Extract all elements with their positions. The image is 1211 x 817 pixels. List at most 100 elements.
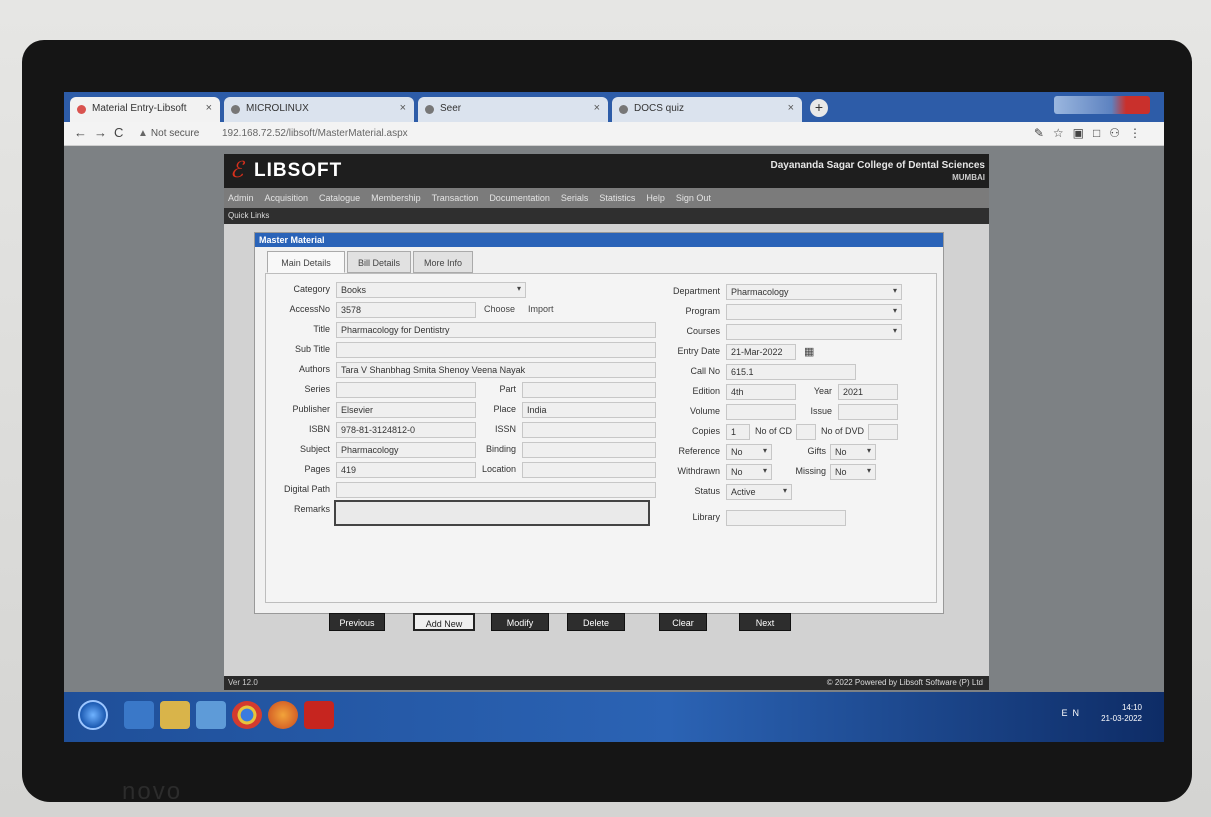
publisher-field[interactable]: Elsevier <box>336 402 476 418</box>
binding-field[interactable] <box>522 442 656 458</box>
browser-tab-material-entry[interactable]: Material Entry-Libsoft × <box>70 97 220 122</box>
url-field[interactable]: 192.168.72.52/libsoft/MasterMaterial.asp… <box>222 128 408 139</box>
add-new-button[interactable]: Add New <box>413 613 475 631</box>
browser-toolbar-icons[interactable]: ✎☆▣□⚇⋮ <box>1034 126 1150 140</box>
next-button[interactable]: Next <box>739 613 791 631</box>
year-field[interactable]: 2021 <box>838 384 898 400</box>
menu-transaction[interactable]: Transaction <box>432 193 479 203</box>
close-tab-icon[interactable]: × <box>400 102 406 114</box>
volume-label: Volume <box>689 406 720 416</box>
call-no-field[interactable]: 615.1 <box>726 364 856 380</box>
warning-icon: ▲ <box>138 128 148 139</box>
quick-links[interactable]: Quick Links <box>224 208 989 224</box>
missing-select[interactable]: No <box>830 464 876 480</box>
department-select[interactable]: Pharmacology <box>726 284 902 300</box>
choose-link[interactable]: Choose <box>484 304 515 314</box>
close-tab-icon[interactable]: × <box>788 102 794 114</box>
system-tray[interactable]: EN <box>1061 708 1084 718</box>
taskbar-clock[interactable]: 14:10 21-03-2022 <box>1101 702 1142 724</box>
no-of-cd-field[interactable] <box>796 424 816 440</box>
issue-field[interactable] <box>838 404 898 420</box>
status-select[interactable]: Active <box>726 484 792 500</box>
menu-help[interactable]: Help <box>646 193 665 203</box>
ie-icon[interactable] <box>124 701 154 729</box>
authors-field[interactable]: Tara V Shanbhag Smita Shenoy Veena Nayak <box>336 362 656 378</box>
tab-label: DOCS quiz <box>634 103 685 114</box>
reference-label: Reference <box>678 446 720 456</box>
subtitle-field[interactable] <box>336 342 656 358</box>
volume-field[interactable] <box>726 404 796 420</box>
no-of-cd-label: No of CD <box>754 426 792 436</box>
digital-path-field[interactable] <box>336 482 656 498</box>
firefox-icon[interactable] <box>268 701 298 729</box>
menu-admin[interactable]: Admin <box>228 193 254 203</box>
version-label: Ver 12.0 <box>228 678 258 687</box>
browser-tab-seer[interactable]: Seer × <box>418 97 608 122</box>
browser-tab-docs-quiz[interactable]: DOCS quiz × <box>612 97 802 122</box>
entry-date-field[interactable]: 21-Mar-2022 <box>726 344 796 360</box>
security-indicator[interactable]: ▲ Not secure <box>138 128 199 139</box>
title-label: Title <box>313 324 330 334</box>
start-button[interactable] <box>78 700 108 730</box>
reload-icon[interactable]: C <box>114 125 123 140</box>
menu-sign-out[interactable]: Sign Out <box>676 193 711 203</box>
libsoft-app: ℰ LIBSOFT Dayananda Sagar College of Den… <box>224 154 989 690</box>
place-field[interactable]: India <box>522 402 656 418</box>
previous-button[interactable]: Previous <box>329 613 385 631</box>
forward-arrow-icon[interactable]: → <box>94 125 107 140</box>
issn-field[interactable] <box>522 422 656 438</box>
place-label: Place <box>493 404 516 414</box>
close-tab-icon[interactable]: × <box>206 102 212 114</box>
edition-field[interactable]: 4th <box>726 384 796 400</box>
tab-main-details[interactable]: Main Details <box>267 251 345 273</box>
digital-path-label: Digital Path <box>283 484 330 494</box>
tab-bill-details[interactable]: Bill Details <box>347 251 411 273</box>
remarks-textarea[interactable] <box>334 500 650 526</box>
location-field[interactable] <box>522 462 656 478</box>
menu-acquisition[interactable]: Acquisition <box>265 193 309 203</box>
courses-select[interactable] <box>726 324 902 340</box>
college-city: MUMBAI <box>952 173 985 182</box>
reference-select[interactable]: No <box>726 444 772 460</box>
program-label: Program <box>685 306 720 316</box>
missing-label: Missing <box>795 466 826 476</box>
new-tab-button[interactable]: + <box>810 99 828 117</box>
program-select[interactable] <box>726 304 902 320</box>
gifts-select[interactable]: No <box>830 444 876 460</box>
title-field[interactable]: Pharmacology for Dentistry <box>336 322 656 338</box>
part-field[interactable] <box>522 382 656 398</box>
clear-button[interactable]: Clear <box>659 613 707 631</box>
department-label: Department <box>672 286 720 296</box>
delete-button[interactable]: Delete <box>567 613 625 631</box>
pages-field[interactable]: 419 <box>336 462 476 478</box>
browser-tab-microlinux[interactable]: MICROLINUX × <box>224 97 414 122</box>
category-select[interactable]: Books <box>336 282 526 298</box>
series-field[interactable] <box>336 382 476 398</box>
back-arrow-icon[interactable]: ← <box>74 125 87 140</box>
menu-serials[interactable]: Serials <box>561 193 589 203</box>
folder-icon[interactable] <box>160 701 190 729</box>
pdf-reader-icon[interactable] <box>304 701 334 729</box>
menu-statistics[interactable]: Statistics <box>599 193 635 203</box>
tab-more-info[interactable]: More Info <box>413 251 473 273</box>
close-tab-icon[interactable]: × <box>594 102 600 114</box>
menu-catalogue[interactable]: Catalogue <box>319 193 360 203</box>
chrome-icon[interactable] <box>232 701 262 729</box>
library-field[interactable] <box>726 510 846 526</box>
window-controls[interactable] <box>1054 96 1150 114</box>
menu-membership[interactable]: Membership <box>371 193 421 203</box>
no-of-dvd-field[interactable] <box>868 424 898 440</box>
menu-documentation[interactable]: Documentation <box>489 193 550 203</box>
copies-field[interactable]: 1 <box>726 424 750 440</box>
isbn-field[interactable]: 978-81-3124812-0 <box>336 422 476 438</box>
isbn-label: ISBN <box>308 424 330 434</box>
modify-button[interactable]: Modify <box>491 613 549 631</box>
favicon-icon <box>231 105 240 114</box>
media-player-icon[interactable] <box>196 701 226 729</box>
call-no-label: Call No <box>690 366 720 376</box>
withdrawn-select[interactable]: No <box>726 464 772 480</box>
import-link[interactable]: Import <box>528 304 554 314</box>
subject-field[interactable]: Pharmacology <box>336 442 476 458</box>
accession-field[interactable]: 3578 <box>336 302 476 318</box>
calendar-icon[interactable]: ▦ <box>804 345 814 358</box>
